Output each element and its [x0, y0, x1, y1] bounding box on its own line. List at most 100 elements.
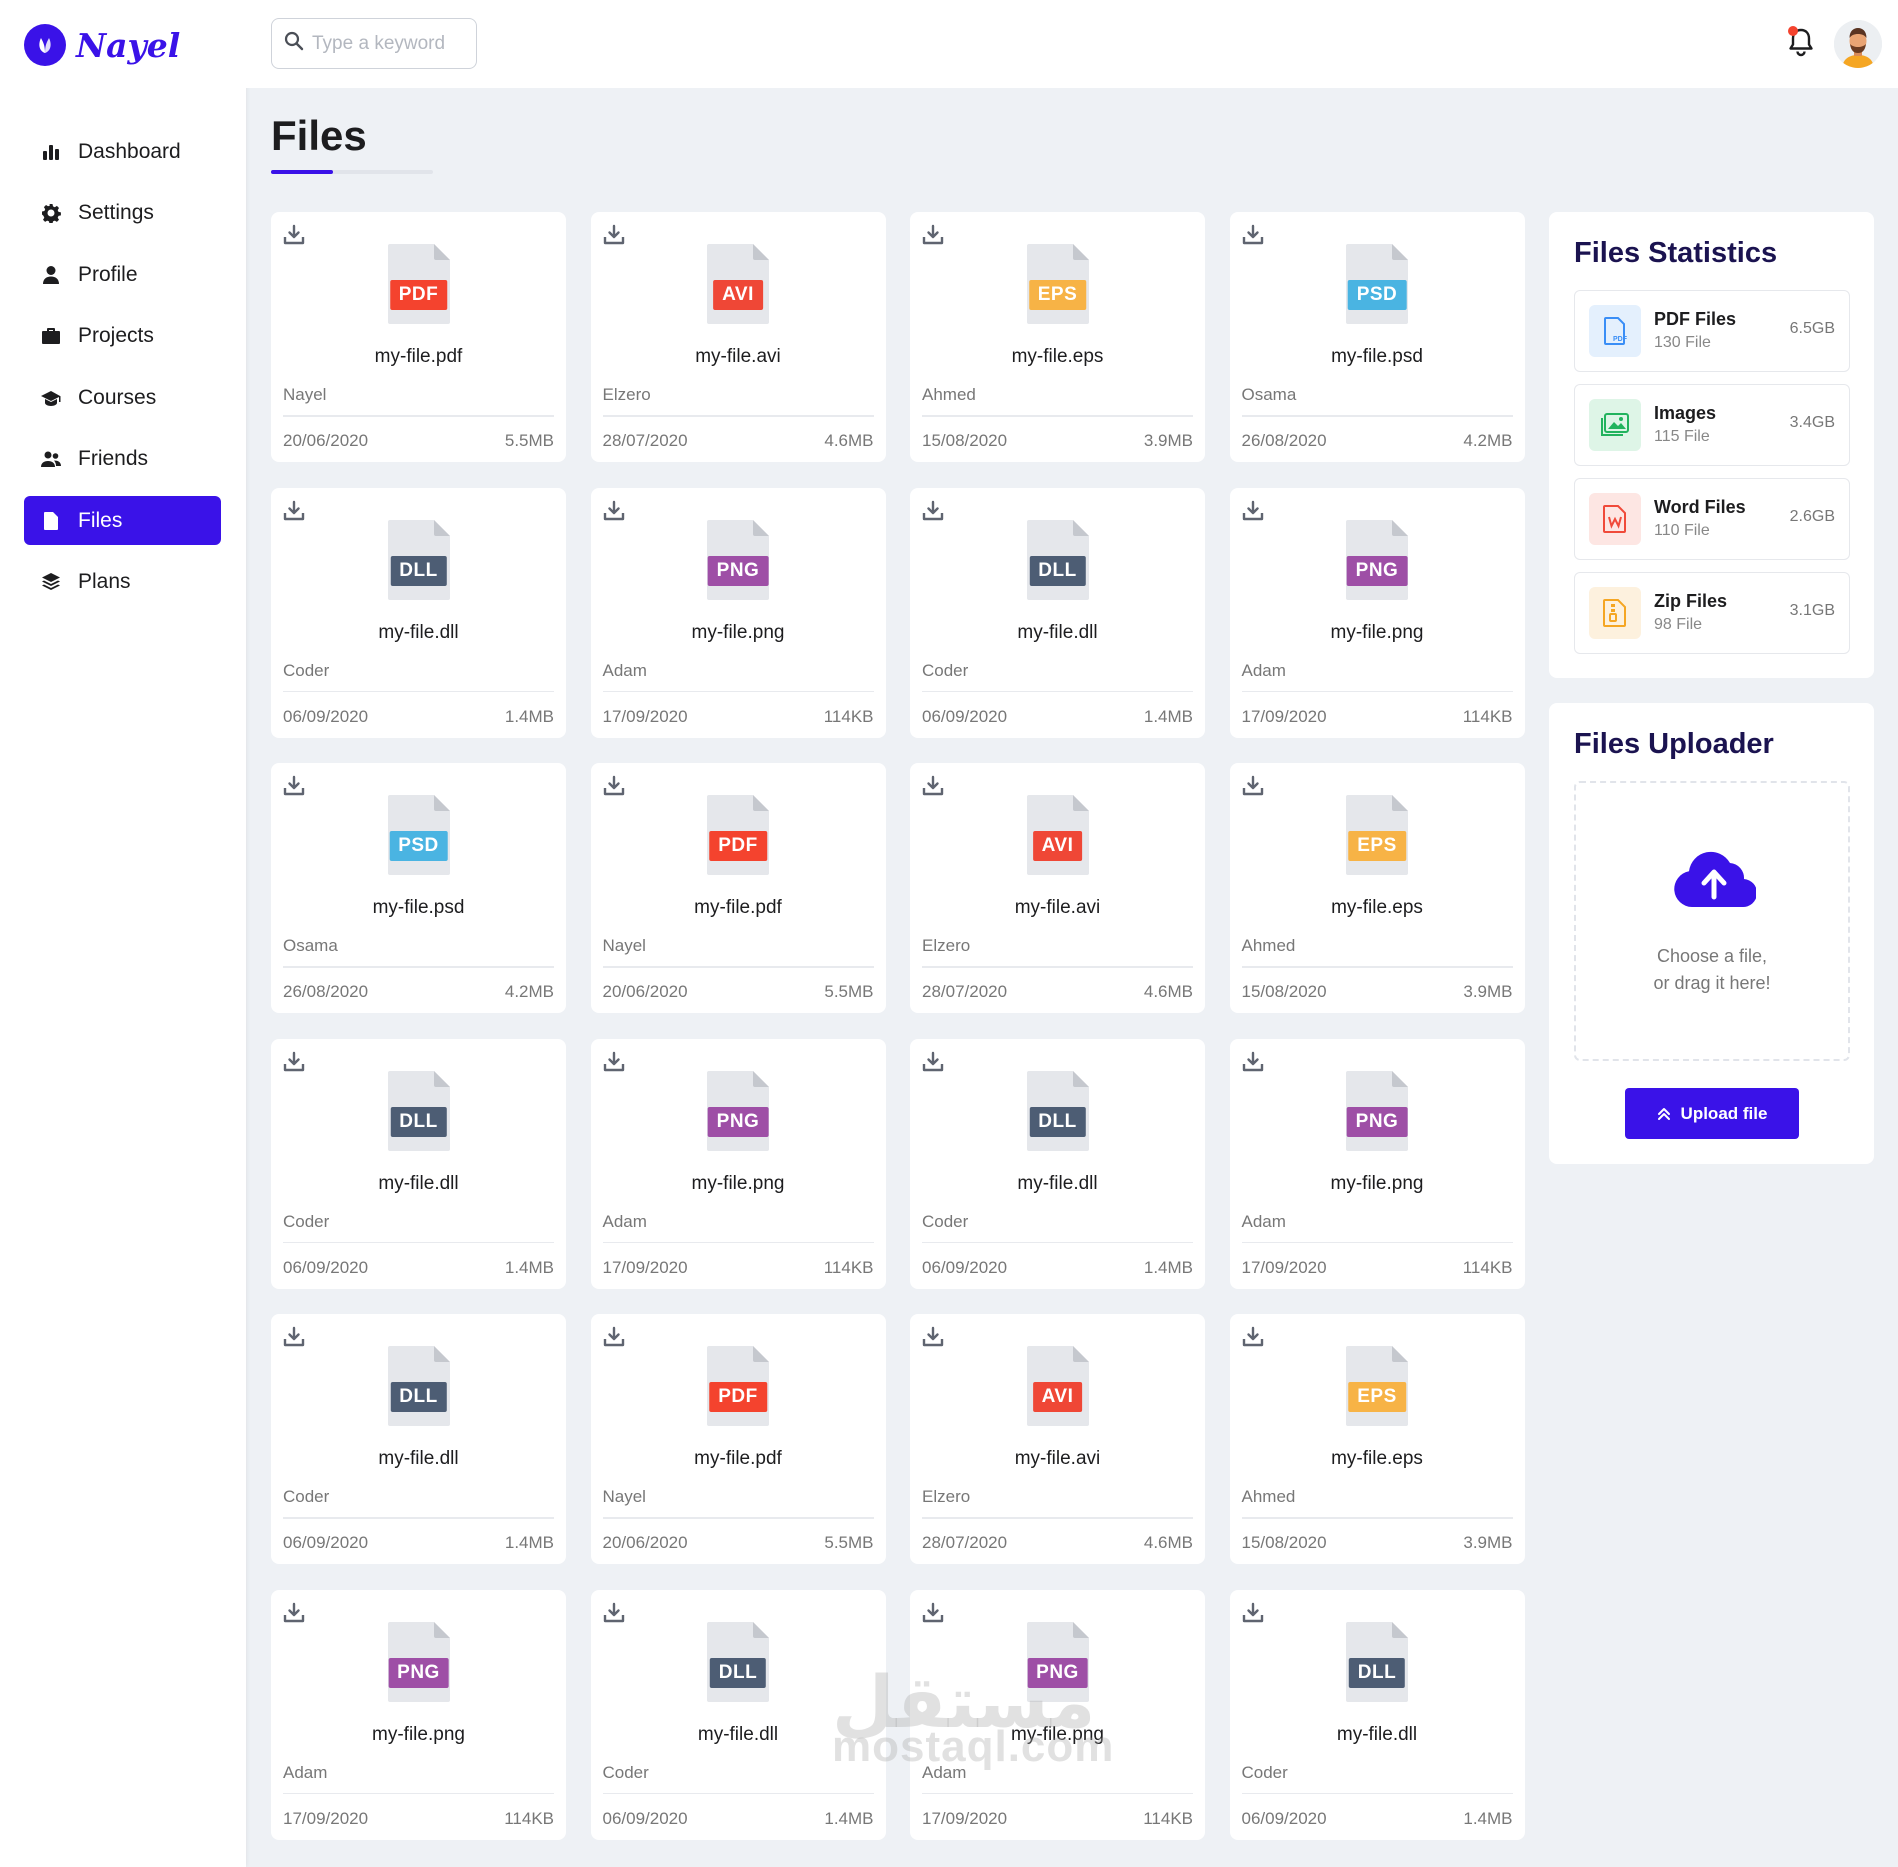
file-card[interactable]: AVI my-file.avi Elzero 28/07/2020 4.6MB: [910, 1314, 1205, 1564]
card-divider: [922, 1792, 1193, 1794]
drop-instructions: Choose a file, or drag it here!: [1576, 943, 1848, 997]
file-date: 06/09/2020: [283, 1533, 369, 1552]
download-icon[interactable]: [1242, 224, 1264, 246]
file-card[interactable]: DLL my-file.dll Coder 06/09/2020 1.4MB: [1229, 1589, 1525, 1840]
file-card[interactable]: EPS my-file.eps Ahmed 15/08/2020 3.9MB: [1229, 763, 1525, 1013]
file-size: 1.4MB: [504, 706, 554, 726]
brand-logo[interactable]: Nayel: [24, 24, 180, 66]
file-type-badge: PNG: [707, 555, 769, 586]
sidebar-item-files[interactable]: Files: [24, 496, 221, 545]
file-owner: Coder: [602, 1762, 649, 1782]
file-owner: Adam: [602, 1211, 647, 1231]
file-card[interactable]: DLL my-file.dll Coder 06/09/2020 1.4MB: [271, 487, 566, 738]
sidebar-item-settings[interactable]: Settings: [24, 189, 221, 238]
card-divider: [1241, 966, 1513, 968]
download-icon[interactable]: [922, 224, 944, 246]
file-drop-zone[interactable]: Choose a file, or drag it here!: [1574, 781, 1850, 1061]
sidebar-item-friends[interactable]: Friends: [24, 435, 221, 484]
sidebar-item-dashboard[interactable]: Dashboard: [24, 127, 221, 176]
file-card[interactable]: PDF my-file.pdf Nayel 20/06/2020 5.5MB: [271, 212, 566, 462]
files-uploader-panel: Files Uploader Choose a file, or drag it…: [1549, 703, 1874, 1164]
download-icon[interactable]: [283, 775, 305, 797]
file-type-badge: AVI: [1032, 1382, 1083, 1412]
file-name: my-file.avi: [1014, 897, 1101, 918]
download-icon[interactable]: [922, 1051, 944, 1073]
download-icon[interactable]: [922, 1326, 944, 1348]
file-owner: Coder: [1241, 1762, 1288, 1782]
file-owner: Coder: [283, 1487, 330, 1506]
download-icon[interactable]: [603, 500, 625, 522]
pdf-file-icon: PDF: [1589, 305, 1641, 357]
card-divider: [922, 1241, 1193, 1243]
top-header: [246, 0, 1898, 88]
file-card[interactable]: DLL my-file.dll Coder 06/09/2020 1.4MB: [271, 1038, 566, 1289]
avatar[interactable]: [1834, 20, 1882, 68]
file-card[interactable]: EPS my-file.eps Ahmed 15/08/2020 3.9MB: [910, 212, 1205, 462]
stat-name: Word Files: [1654, 497, 1746, 517]
file-type-badge: PDF: [709, 831, 767, 861]
file-type-badge: PDF: [709, 1382, 767, 1412]
cloud-upload-icon: [1674, 851, 1756, 908]
download-icon[interactable]: [603, 1051, 625, 1073]
file-owner: Elzero: [602, 385, 651, 404]
file-card[interactable]: PSD my-file.psd Osama 26/08/2020 4.2MB: [271, 763, 566, 1013]
download-icon[interactable]: [922, 500, 944, 522]
bar-chart-icon: [40, 141, 62, 163]
file-card[interactable]: DLL my-file.dll Coder 06/09/2020 1.4MB: [271, 1314, 566, 1564]
download-icon[interactable]: [283, 1602, 305, 1624]
svg-text:PDF: PDF: [1613, 336, 1628, 343]
search-box[interactable]: [271, 18, 477, 69]
download-icon[interactable]: [603, 224, 625, 246]
sidebar-item-label: Plans: [78, 570, 131, 593]
file-card[interactable]: EPS my-file.eps Ahmed 15/08/2020 3.9MB: [1229, 1314, 1525, 1564]
download-icon[interactable]: [603, 1602, 625, 1624]
download-icon[interactable]: [922, 775, 944, 797]
file-card[interactable]: AVI my-file.avi Elzero 28/07/2020 4.6MB: [910, 763, 1205, 1013]
card-divider: [602, 690, 874, 692]
download-icon[interactable]: [1242, 500, 1264, 522]
stat-item-pdf[interactable]: PDF PDF Files 130 File 6.5GB: [1574, 290, 1850, 372]
upload-file-button[interactable]: Upload file: [1625, 1088, 1799, 1139]
file-card[interactable]: PDF my-file.pdf Nayel 20/06/2020 5.5MB: [590, 763, 886, 1013]
file-date: 06/09/2020: [283, 706, 369, 726]
stat-item-word[interactable]: Word Files 110 File 2.6GB: [1574, 478, 1850, 560]
download-icon[interactable]: [283, 1326, 305, 1348]
download-icon[interactable]: [922, 1602, 944, 1624]
search-input[interactable]: [312, 32, 462, 55]
download-icon[interactable]: [1242, 1602, 1264, 1624]
file-owner: Nayel: [602, 1487, 646, 1506]
stat-count: 115 File: [1654, 428, 1710, 445]
sidebar-item-projects[interactable]: Projects: [24, 312, 221, 361]
download-icon[interactable]: [283, 224, 305, 246]
download-icon[interactable]: [283, 500, 305, 522]
file-card[interactable]: PNG my-file.png Adam 17/09/2020 114KB: [590, 487, 886, 738]
file-card[interactable]: DLL my-file.dll Coder 06/09/2020 1.4MB: [910, 1038, 1205, 1289]
file-date: 20/06/2020: [283, 431, 369, 450]
sidebar-item-courses[interactable]: Courses: [24, 373, 221, 422]
file-card[interactable]: AVI my-file.avi Elzero 28/07/2020 4.6MB: [590, 212, 886, 462]
download-icon[interactable]: [1242, 1326, 1264, 1348]
download-icon[interactable]: [603, 775, 625, 797]
download-icon[interactable]: [283, 1051, 305, 1073]
sidebar-item-label: Friends: [78, 447, 149, 470]
file-card[interactable]: PNG my-file.png Adam 17/09/2020 114KB: [1229, 487, 1525, 738]
file-type-badge: EPS: [1028, 280, 1087, 310]
file-card[interactable]: PNG my-file.png Adam 17/09/2020 114KB: [271, 1589, 566, 1840]
file-card[interactable]: PNG my-file.png Adam 17/09/2020 114KB: [1229, 1038, 1525, 1289]
sidebar-item-profile[interactable]: Profile: [24, 250, 221, 299]
file-owner: Adam: [1241, 1211, 1286, 1231]
file-name: my-file.pdf: [374, 346, 463, 367]
zip-file-icon: [1589, 587, 1641, 639]
download-icon[interactable]: [603, 1326, 625, 1348]
stat-item-images[interactable]: Images 115 File 3.4GB: [1574, 384, 1850, 466]
sidebar-item-plans[interactable]: Plans: [24, 558, 221, 607]
file-card[interactable]: PNG my-file.png Adam 17/09/2020 114KB: [590, 1038, 886, 1289]
sidebar-item-label: Profile: [78, 262, 138, 286]
notifications-button[interactable]: [1786, 26, 1816, 58]
file-card[interactable]: PSD my-file.psd Osama 26/08/2020 4.2MB: [1229, 212, 1525, 462]
download-icon[interactable]: [1242, 1051, 1264, 1073]
file-card[interactable]: DLL my-file.dll Coder 06/09/2020 1.4MB: [910, 487, 1205, 738]
stat-item-zip[interactable]: Zip Files 98 File 3.1GB: [1574, 572, 1850, 654]
file-card[interactable]: PDF my-file.pdf Nayel 20/06/2020 5.5MB: [590, 1314, 886, 1564]
download-icon[interactable]: [1242, 775, 1264, 797]
